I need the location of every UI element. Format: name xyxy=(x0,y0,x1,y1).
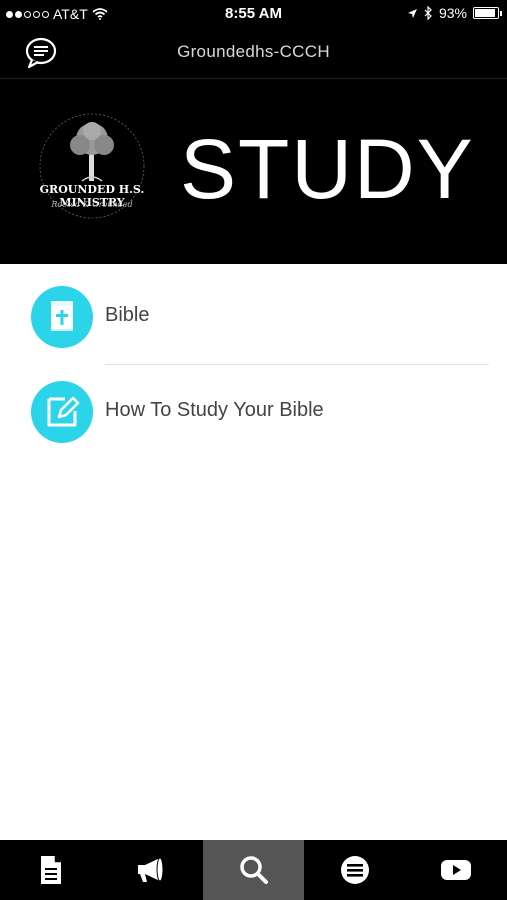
document-icon xyxy=(40,856,61,884)
location-icon xyxy=(407,8,417,18)
youtube-icon xyxy=(441,860,472,880)
tab-video[interactable] xyxy=(406,840,507,900)
hero-heading: STUDY xyxy=(180,122,475,216)
list-item-bible[interactable]: Bible xyxy=(0,264,507,365)
tab-documents[interactable] xyxy=(0,840,101,900)
tab-announcements[interactable] xyxy=(101,840,202,900)
logo-subtitle: Rooted & Grounded xyxy=(51,200,133,209)
bible-cross-icon xyxy=(31,286,93,348)
bluetooth-icon xyxy=(424,6,432,20)
tab-menu[interactable] xyxy=(304,840,405,900)
list-item-label: How To Study Your Bible xyxy=(105,399,324,421)
list-item-label: Bible xyxy=(105,304,150,326)
battery-icon xyxy=(473,7,502,19)
menu-list-icon xyxy=(340,856,369,884)
list-item-how-to-study[interactable]: How To Study Your Bible xyxy=(0,359,507,453)
nav-bar: Groundedhs-CCCH xyxy=(0,28,507,79)
page-title: Groundedhs-CCCH xyxy=(177,42,330,61)
tab-bar xyxy=(0,840,507,900)
ministry-logo xyxy=(39,113,145,219)
megaphone-icon xyxy=(138,857,164,882)
hero-banner: GROUNDED H.S. MINISTRY Rooted & Grounded… xyxy=(0,79,507,264)
tab-search[interactable] xyxy=(202,840,305,900)
edit-note-icon xyxy=(31,381,93,443)
battery-percent: 93% xyxy=(438,5,467,21)
search-icon xyxy=(239,856,268,884)
status-right: 93% xyxy=(407,5,502,21)
study-list: Bible How To Study Your Bible xyxy=(0,264,507,443)
status-bar: AT&T 8:55 AM 93% xyxy=(0,0,507,28)
